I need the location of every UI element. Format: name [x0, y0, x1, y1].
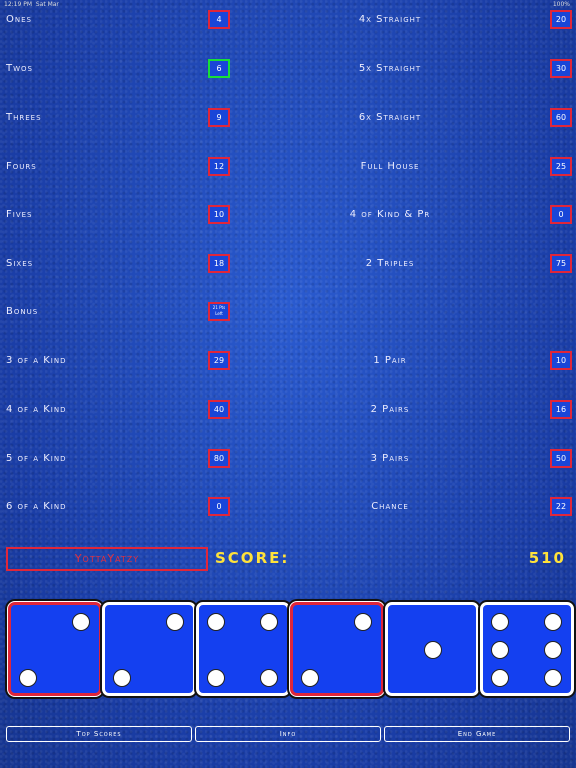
- die-pip: [300, 669, 319, 688]
- left-score-fours[interactable]: 12: [208, 157, 230, 176]
- left-category-fives: Fives: [6, 209, 33, 220]
- left-category-sixes: Sixes: [6, 258, 34, 269]
- left-category-3-of-a-kind: 3 of a Kind: [6, 355, 67, 366]
- right-score-5x-straight[interactable]: 30: [550, 59, 572, 78]
- right-category-full-house: Full House: [360, 161, 420, 172]
- right-category-5x-straight: 5x Straight: [358, 63, 422, 74]
- right-category-1-pair: 1 Pair: [373, 355, 407, 366]
- left-category-twos: Twos: [6, 63, 33, 74]
- left-category-4-of-a-kind: 4 of a Kind: [6, 404, 67, 415]
- left-score-fives[interactable]: 10: [208, 205, 230, 224]
- score-value: 510: [528, 549, 566, 567]
- die-pip: [490, 669, 509, 688]
- die-pip: [206, 612, 225, 631]
- right-category-3-pairs: 3 Pairs: [370, 453, 410, 464]
- right-category-4-of-kind-pr: 4 of Kind & Pr: [349, 209, 431, 220]
- left-category-6-of-a-kind: 6 of a Kind: [6, 501, 67, 512]
- right-score-full-house[interactable]: 25: [550, 157, 572, 176]
- right-score-3-pairs[interactable]: 50: [550, 449, 572, 468]
- die-6[interactable]: [480, 602, 574, 696]
- left-score-3-of-a-kind[interactable]: 29: [208, 351, 230, 370]
- top-scores-button[interactable]: Top Scores: [6, 726, 192, 742]
- right-score-1-pair[interactable]: 10: [550, 351, 572, 370]
- left-score-threes[interactable]: 9: [208, 108, 230, 127]
- status-bar: 12:19 PM Sat Mar 100%: [0, 0, 576, 10]
- right-category-6x-straight: 6x Straight: [358, 112, 422, 123]
- right-score-2-pairs[interactable]: 16: [550, 400, 572, 419]
- left-score-5-of-a-kind[interactable]: 80: [208, 449, 230, 468]
- die-pip: [112, 669, 131, 688]
- left-score-sixes[interactable]: 18: [208, 254, 230, 273]
- info-button[interactable]: Info: [195, 726, 381, 742]
- left-score-6-of-a-kind[interactable]: 0: [208, 497, 230, 516]
- die-pip: [71, 612, 90, 631]
- right-category-2-triples: 2 Triples: [365, 258, 415, 269]
- die-pip: [259, 612, 278, 631]
- die-1[interactable]: [8, 602, 102, 696]
- left-category-5-of-a-kind: 5 of a Kind: [6, 453, 67, 464]
- die-pip: [543, 669, 562, 688]
- left-category-ones: Ones: [6, 14, 32, 25]
- status-battery: 100%: [552, 1, 570, 8]
- right-category-2-pairs: 2 Pairs: [370, 404, 410, 415]
- left-category-fours: Fours: [6, 161, 37, 172]
- left-category-bonus: Bonus: [6, 306, 39, 317]
- left-score-4-of-a-kind[interactable]: 40: [208, 400, 230, 419]
- die-2[interactable]: [102, 602, 196, 696]
- right-category-4x-straight: 4x Straight: [358, 14, 422, 25]
- die-pip: [543, 641, 562, 659]
- die-pip: [424, 641, 442, 659]
- right-score-chance[interactable]: 22: [550, 497, 572, 516]
- left-score-ones[interactable]: 4: [208, 10, 230, 29]
- yottayatzy-button[interactable]: YottaYatzy: [6, 547, 208, 571]
- right-score-4-of-kind-pr[interactable]: 0: [550, 205, 572, 224]
- left-category-threes: Threes: [6, 112, 42, 123]
- die-5[interactable]: [385, 602, 479, 696]
- die-pip: [18, 669, 37, 688]
- die-3[interactable]: [196, 602, 290, 696]
- die-pip: [490, 641, 509, 659]
- die-pip: [165, 612, 184, 631]
- end-game-button[interactable]: End Game: [384, 726, 570, 742]
- die-pip: [543, 612, 562, 631]
- right-category-chance: Chance: [371, 501, 409, 512]
- die-pip: [490, 612, 509, 631]
- left-score-twos[interactable]: 6: [208, 59, 230, 78]
- left-score-bonus[interactable]: 21 Pts Left: [208, 302, 230, 321]
- right-score-6x-straight[interactable]: 60: [550, 108, 572, 127]
- right-score-2-triples[interactable]: 75: [550, 254, 572, 273]
- die-pip: [353, 612, 372, 631]
- die-pip: [206, 669, 225, 688]
- die-4[interactable]: [290, 602, 384, 696]
- die-pip: [259, 669, 278, 688]
- score-label: SCORE:: [215, 549, 290, 567]
- right-score-4x-straight[interactable]: 20: [550, 10, 572, 29]
- status-time: 12:19 PM Sat Mar: [4, 1, 59, 8]
